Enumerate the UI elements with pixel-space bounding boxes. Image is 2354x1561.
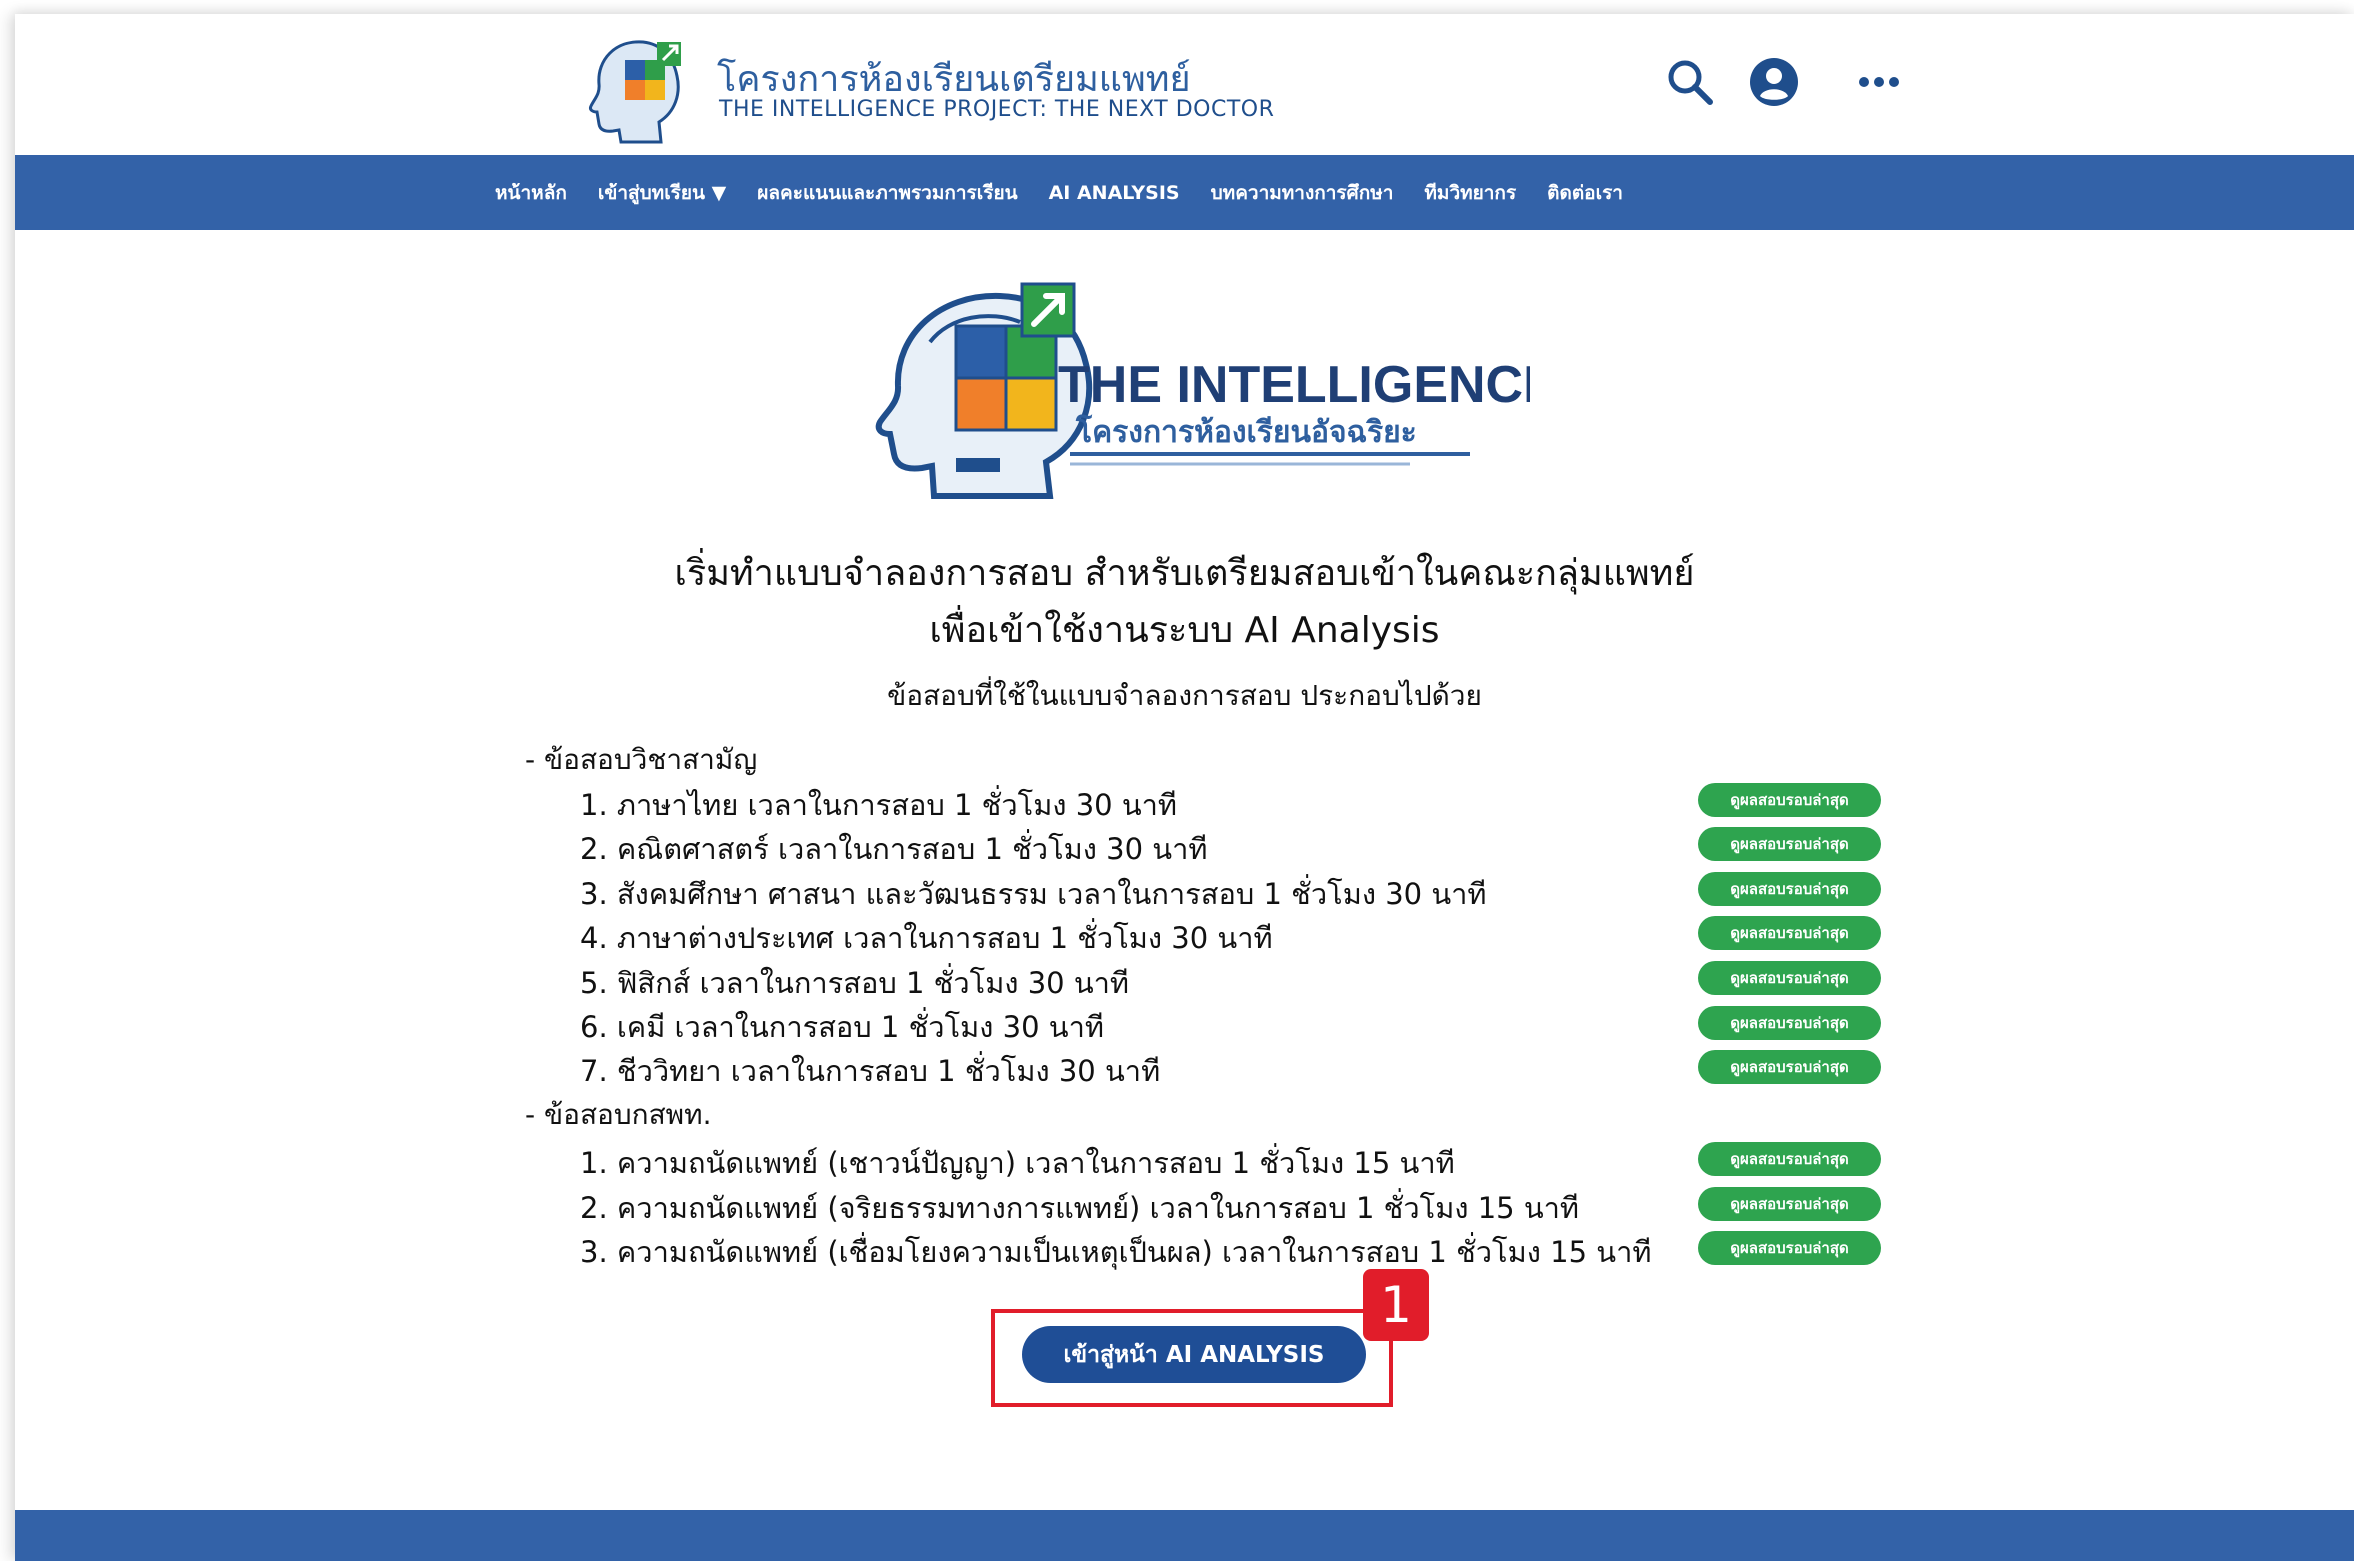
browser-page: โครงการห้องเรียนเตรียมแพทย์ THE INTELLIG… — [15, 14, 2354, 1561]
exam-item: 5. ฟิสิกส์ เวลาในการสอบ 1 ชั่วโมง 30 นาท… — [580, 966, 1130, 1000]
page-heading-line2: เพื่อเข้าใช้งานระบบ AI Analysis — [929, 610, 1440, 651]
account-icon[interactable] — [1746, 54, 1802, 110]
nav-item-home[interactable]: หน้าหลัก — [495, 178, 567, 208]
exam-item: 3. ความถนัดแพทย์ (เชื่อมโยงความเป็นเหตุเ… — [580, 1235, 1652, 1269]
view-latest-result-button[interactable]: ดูผลสอบรอบล่าสุด — [1698, 916, 1881, 950]
view-latest-result-button[interactable]: ดูผลสอบรอบล่าสุด — [1698, 872, 1881, 906]
nav-item-team[interactable]: ทีมวิทยากร — [1424, 178, 1516, 208]
section-label-gat: - ข้อสอบกสพท. — [525, 1098, 712, 1131]
ai-analysis-button[interactable]: เข้าสู่หน้า AI ANALYSIS — [1022, 1326, 1366, 1383]
search-icon[interactable] — [1662, 54, 1718, 110]
site-footer — [15, 1510, 2354, 1561]
view-latest-result-button[interactable]: ดูผลสอบรอบล่าสุด — [1698, 1006, 1881, 1040]
view-latest-result-button[interactable]: ดูผลสอบรอบล่าสุด — [1698, 1231, 1881, 1265]
nav-item-lessons[interactable]: เข้าสู่บทเรียน ▼ — [598, 178, 726, 208]
view-latest-result-button[interactable]: ดูผลสอบรอบล่าสุด — [1698, 783, 1881, 817]
page-subheading: ข้อสอบที่ใช้ในแบบจำลองการสอบ ประกอบไปด้ว… — [887, 679, 1482, 712]
exam-item: 4. ภาษาต่างประเทศ เวลาในการสอบ 1 ชั่วโมง… — [580, 921, 1273, 955]
site-header: โครงการห้องเรียนเตรียมแพทย์ THE INTELLIG… — [15, 14, 2354, 155]
view-latest-result-button[interactable]: ดูผลสอบรอบล่าสุด — [1698, 827, 1881, 861]
section-label-general: - ข้อสอบวิชาสามัญ — [525, 743, 758, 776]
hero-logo: THE INTELLIGENCE โครงการห้องเรียนอัจฉริย… — [875, 282, 1530, 499]
view-latest-result-button[interactable]: ดูผลสอบรอบล่าสุด — [1698, 961, 1881, 995]
exam-item: 2. คณิตศาสตร์ เวลาในการสอบ 1 ชั่วโมง 30 … — [580, 832, 1208, 866]
step-marker: 1 — [1363, 1269, 1429, 1341]
view-latest-result-button[interactable]: ดูผลสอบรอบล่าสุด — [1698, 1050, 1881, 1084]
nav-item-articles[interactable]: บทความทางการศึกษา — [1211, 178, 1394, 208]
exam-item: 3. สังคมศึกษา ศาสนา และวัฒนธรรม เวลาในกา… — [580, 877, 1487, 911]
nav-item-scores[interactable]: ผลคะแนนและภาพรวมการเรียน — [757, 178, 1017, 208]
view-latest-result-button[interactable]: ดูผลสอบรอบล่าสุด — [1698, 1187, 1881, 1221]
exam-item: 1. ความถนัดแพทย์ (เชาวน์ปัญญา) เวลาในการ… — [580, 1146, 1455, 1180]
exam-item: 7. ชีววิทยา เวลาในการสอบ 1 ชั่วโมง 30 นา… — [580, 1054, 1161, 1088]
view-latest-result-button[interactable]: ดูผลสอบรอบล่าสุด — [1698, 1142, 1881, 1176]
exam-item: 1. ภาษาไทย เวลาในการสอบ 1 ชั่วโมง 30 นาท… — [580, 788, 1178, 822]
brand-logo-icon[interactable] — [583, 34, 687, 146]
main-nav: หน้าหลัก เข้าสู่บทเรียน ▼ ผลคะแนนและภาพร… — [15, 155, 2354, 230]
exam-item: 2. ความถนัดแพทย์ (จริยธรรมทางการแพทย์) เ… — [580, 1191, 1580, 1225]
site-subtitle: THE INTELLIGENCE PROJECT: THE NEXT DOCTO… — [719, 97, 1275, 122]
hero-logo-subtitle: โครงการห้องเรียนอัจฉริยะ — [1075, 413, 1417, 450]
nav-item-contact[interactable]: ติดต่อเรา — [1547, 178, 1623, 208]
nav-item-ai-analysis[interactable]: AI ANALYSIS — [1049, 182, 1180, 204]
hero-logo-title: THE INTELLIGENCE — [1058, 356, 1530, 414]
exam-item: 6. เคมี เวลาในการสอบ 1 ชั่วโมง 30 นาที — [580, 1010, 1104, 1044]
more-icon[interactable] — [1851, 54, 1907, 110]
page-heading-line1: เริ่มทำแบบจำลองการสอบ สำหรับเตรียมสอบเข้… — [674, 553, 1695, 594]
